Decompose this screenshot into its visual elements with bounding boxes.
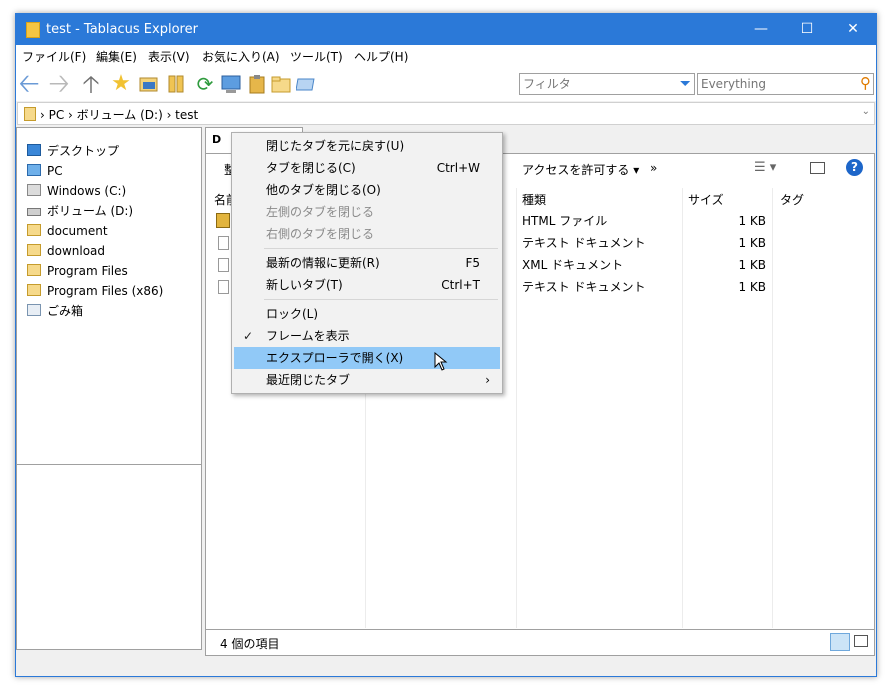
everything-search-box[interactable]: ⚲ — [697, 73, 874, 95]
folder-icon — [27, 264, 41, 276]
column-header-type[interactable]: 種類 — [522, 190, 546, 210]
menu-item-restore-closed-tab[interactable]: 閉じたタブを元に戻す(U) — [234, 135, 500, 157]
filter-funnel-icon[interactable]: ⏷ — [680, 76, 691, 92]
minimize-button[interactable]: — — [738, 14, 784, 45]
html-file-icon[interactable] — [216, 213, 230, 228]
menu-item-show-frame[interactable]: ✓ フレームを表示 — [234, 325, 500, 347]
tree-item-desktop[interactable]: デスクトップ — [27, 141, 119, 161]
new-window-icon[interactable] — [138, 73, 160, 95]
menu-item-close-right-tabs: 右側のタブを閉じる — [266, 227, 375, 241]
tree-item-volume-d[interactable]: ボリューム (D:) — [27, 201, 133, 221]
up-arrow-icon[interactable]: 🡡 — [80, 72, 102, 96]
column-divider — [516, 188, 517, 628]
folder-icon — [27, 224, 41, 236]
menu-item-close-left-tabs: 左側のタブを閉じる — [266, 205, 375, 219]
desktop-icon — [27, 144, 41, 156]
share-access-button[interactable]: アクセスを許可する ▾ — [522, 161, 639, 178]
more-commands-button[interactable]: » — [650, 161, 657, 175]
file-size: 1 KB — [738, 214, 766, 228]
tree-item-download[interactable]: download — [27, 241, 105, 261]
menu-favorites[interactable]: お気に入り(A) — [202, 48, 280, 65]
chevron-down-icon[interactable]: ⌄ — [862, 106, 870, 117]
menu-separator — [264, 299, 498, 300]
view-options-icon[interactable]: ☰ ▾ — [754, 160, 776, 175]
folder-icon — [27, 244, 41, 256]
refresh-icon[interactable]: ⟳ — [194, 73, 216, 95]
menu-item-new-tab[interactable]: 新しいタブ(T) Ctrl+T — [234, 274, 500, 296]
menu-tools[interactable]: ツール(T) — [290, 48, 343, 65]
menu-bar: ファイル(F) 編集(E) 表示(V) お気に入り(A) ツール(T) ヘルプ(… — [16, 45, 876, 67]
everything-search-input[interactable] — [701, 76, 851, 92]
address-path[interactable]: › PC › ボリューム (D:) › test — [40, 106, 198, 123]
menu-item-lock[interactable]: ロック(L) — [234, 303, 500, 325]
checkmark-icon: ✓ — [243, 329, 254, 343]
column-header-size[interactable]: サイズ — [688, 190, 724, 210]
folder-icon — [24, 107, 36, 121]
xml-file-icon[interactable] — [218, 258, 229, 272]
tree-item-pc[interactable]: PC — [27, 161, 63, 181]
pane-splitter[interactable] — [17, 464, 201, 465]
chevron-right-icon: › — [485, 373, 490, 387]
file-type: XML ドキュメント — [522, 258, 624, 272]
file-type: HTML ファイル — [522, 214, 608, 228]
folder-tree: デスクトップ PC Windows (C:) ボリューム (D:) docume… — [16, 127, 202, 650]
menu-help[interactable]: ヘルプ(H) — [354, 48, 408, 65]
menu-edit[interactable]: 編集(E) — [96, 48, 137, 65]
tree-item-document[interactable]: document — [27, 221, 108, 241]
back-arrow-icon[interactable]: 🡠 — [18, 71, 40, 97]
help-icon[interactable]: ? — [846, 159, 863, 176]
tab-context-menu: 閉じたタブを元に戻す(U) タブを閉じる(C) Ctrl+W 他のタブを閉じる(O… — [231, 132, 503, 394]
add-favorite-star-icon[interactable]: ★ — [110, 73, 132, 95]
tab-label: D — [212, 133, 222, 146]
search-magnifier-icon[interactable]: ⚲ — [860, 74, 871, 92]
column-divider — [682, 188, 683, 628]
address-bar[interactable]: › PC › ボリューム (D:) › test ⌄ — [17, 102, 875, 125]
window-layout-icon[interactable] — [295, 73, 318, 95]
recycle-bin-icon — [27, 304, 41, 316]
item-count: 4 個の項目 — [220, 637, 280, 651]
tree-item-recycle-bin[interactable]: ごみ箱 — [27, 301, 83, 321]
filter-input[interactable] — [523, 76, 673, 92]
menu-separator — [264, 248, 498, 249]
menu-item-close-other-tabs[interactable]: 他のタブを閉じる(O) — [234, 179, 500, 201]
new-folder-icon[interactable] — [270, 73, 292, 95]
column-header-tag[interactable]: タグ — [780, 190, 804, 210]
menu-view[interactable]: 表示(V) — [148, 48, 190, 65]
file-size: 1 KB — [738, 236, 766, 250]
folder-tree-icon[interactable] — [166, 73, 188, 95]
file-size: 1 KB — [738, 280, 766, 294]
text-file-icon[interactable] — [218, 280, 229, 294]
file-type: テキスト ドキュメント — [522, 236, 646, 250]
file-type: テキスト ドキュメント — [522, 280, 646, 294]
menu-file[interactable]: ファイル(F) — [22, 48, 86, 65]
tree-item-program-files-x86[interactable]: Program Files (x86) — [27, 281, 163, 301]
folder-icon — [27, 284, 41, 296]
app-folder-icon — [26, 22, 40, 38]
clipboard-icon[interactable] — [246, 73, 268, 95]
computer-icon[interactable] — [220, 73, 242, 95]
title-bar[interactable]: test - Tablacus Explorer — ☐ ✕ — [16, 14, 876, 45]
tree-item-program-files[interactable]: Program Files — [27, 261, 128, 281]
menu-item-close-tab[interactable]: タブを閉じる(C) Ctrl+W — [234, 157, 500, 179]
window-title: test - Tablacus Explorer — [46, 22, 198, 37]
maximize-button[interactable]: ☐ — [784, 14, 830, 45]
menu-item-refresh[interactable]: 最新の情報に更新(R) F5 — [234, 252, 500, 274]
column-divider — [772, 188, 773, 628]
status-bar: 4 個の項目 — [205, 630, 875, 656]
forward-arrow-icon[interactable]: 🡢 — [48, 71, 70, 97]
drive-icon — [27, 208, 41, 216]
details-view-icon[interactable] — [830, 633, 850, 651]
windows-drive-icon — [27, 184, 41, 196]
tree-item-windows-c[interactable]: Windows (C:) — [27, 181, 126, 201]
menu-item-open-in-explorer[interactable]: エクスプローラで開く(X) — [234, 347, 500, 371]
pc-icon — [27, 164, 41, 176]
large-icons-view-icon[interactable] — [854, 635, 868, 647]
preview-pane-icon[interactable] — [810, 162, 825, 174]
toolbar: 🡠 🡢 🡡 ★ ⟳ ⏷ ⚲ — [16, 67, 876, 101]
filter-box[interactable]: ⏷ — [519, 73, 695, 95]
file-size: 1 KB — [738, 258, 766, 272]
menu-item-recently-closed-tabs[interactable]: 最近閉じたタブ › — [234, 369, 500, 391]
text-file-icon[interactable] — [218, 236, 229, 250]
close-button[interactable]: ✕ — [830, 14, 876, 45]
